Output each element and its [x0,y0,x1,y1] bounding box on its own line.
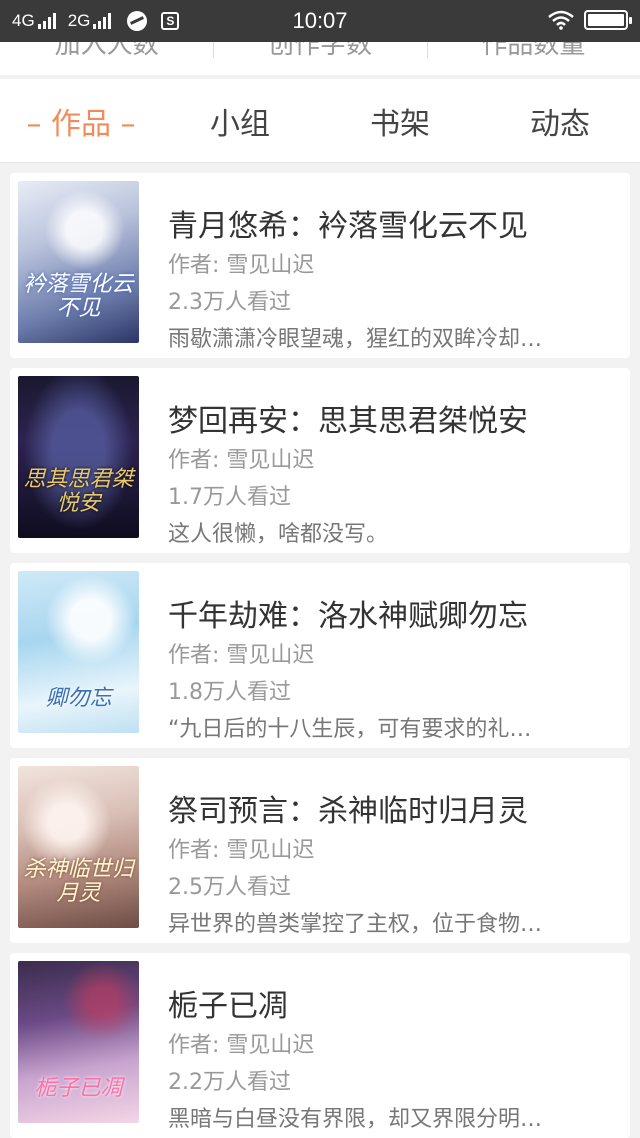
stat-works-label: 作品数量 [426,42,640,75]
profile-stats: 加入人数 创作字数 作品数量 [0,42,640,75]
work-title: 千年劫难：洛水神赋卿勿忘 [168,599,528,634]
cover-title: 杀神临世归月灵 [23,857,134,906]
cover-title: 卿勿忘 [45,686,112,711]
work-title: 祭司预言：杀神临时归月灵 [168,794,528,829]
work-title: 梦回再安：思其思君桀悦安 [168,404,528,439]
book-cover[interactable]: 栀子已凋 [18,961,139,1123]
work-card[interactable]: 杀神临世归月灵 祭司预言：杀神临时归月灵 作者: 雪见山迟 2.5万人看过 异世… [10,758,630,943]
work-author: 作者: 雪见山迟 [168,838,315,863]
work-views: 1.7万人看过 [168,485,291,510]
work-title: 栀子已凋 [168,989,288,1024]
clock: 10:07 [292,8,348,33]
cover-title: 栀子已凋 [34,1076,123,1101]
stat-words-label: 创作字数 [213,42,426,75]
tab-bookshelf[interactable]: 书架 [360,99,440,143]
work-views: 1.8万人看过 [168,680,291,705]
tab-groups[interactable]: 小组 [200,99,280,143]
work-views: 2.5万人看过 [168,875,291,900]
work-views: 2.3万人看过 [168,290,291,315]
work-description: “九日后的十八生辰，可有要求的礼… [168,717,532,742]
book-cover[interactable]: 杀神临世归月灵 [18,766,139,928]
work-title: 青月悠希：衿落雪化云不见 [168,209,528,244]
work-views: 2.2万人看过 [168,1070,291,1095]
work-author: 作者: 雪见山迟 [168,1033,315,1058]
book-cover[interactable]: 思其思君桀悦安 [18,376,139,538]
wifi-icon [548,10,574,30]
work-author: 作者: 雪见山迟 [168,643,315,668]
work-description: 这人很懒，啥都没写。 [168,522,389,547]
status-bar: 4G 2G S 10:07 [0,0,640,42]
book-cover[interactable]: 衿落雪化云不见 [18,181,139,343]
book-cover[interactable]: 卿勿忘 [18,571,139,733]
work-description: 雨歇潇潇冷眼望魂，猩红的双眸冷却… [168,327,543,352]
work-description: 异世界的兽类掌控了主权，位于食物… [168,912,543,937]
work-card[interactable]: 衿落雪化云不见 青月悠希：衿落雪化云不见 作者: 雪见山迟 2.3万人看过 雨歇… [10,173,630,358]
profile-tabs: – 作品 – 小组 书架 动态 [0,79,640,163]
work-author: 作者: 雪见山迟 [168,448,315,473]
work-card[interactable]: 思其思君桀悦安 梦回再安：思其思君桀悦安 作者: 雪见山迟 1.7万人看过 这人… [10,368,630,553]
tab-activity[interactable]: 动态 [520,99,600,143]
cover-title: 衿落雪化云不见 [23,272,134,321]
tab-works[interactable]: – 作品 – [16,99,146,143]
work-author: 作者: 雪见山迟 [168,253,315,278]
work-card[interactable]: 栀子已凋 栀子已凋 作者: 雪见山迟 2.2万人看过 黑暗与白昼没有界限，却又界… [10,953,630,1138]
cover-title: 思其思君桀悦安 [23,467,134,516]
battery-icon [584,10,632,30]
work-card[interactable]: 卿勿忘 千年劫难：洛水神赋卿勿忘 作者: 雪见山迟 1.8万人看过 “九日后的十… [10,563,630,748]
work-description: 黑暗与白昼没有界限，却又界限分明… [168,1107,543,1132]
stat-members-label: 加入人数 [54,42,159,60]
